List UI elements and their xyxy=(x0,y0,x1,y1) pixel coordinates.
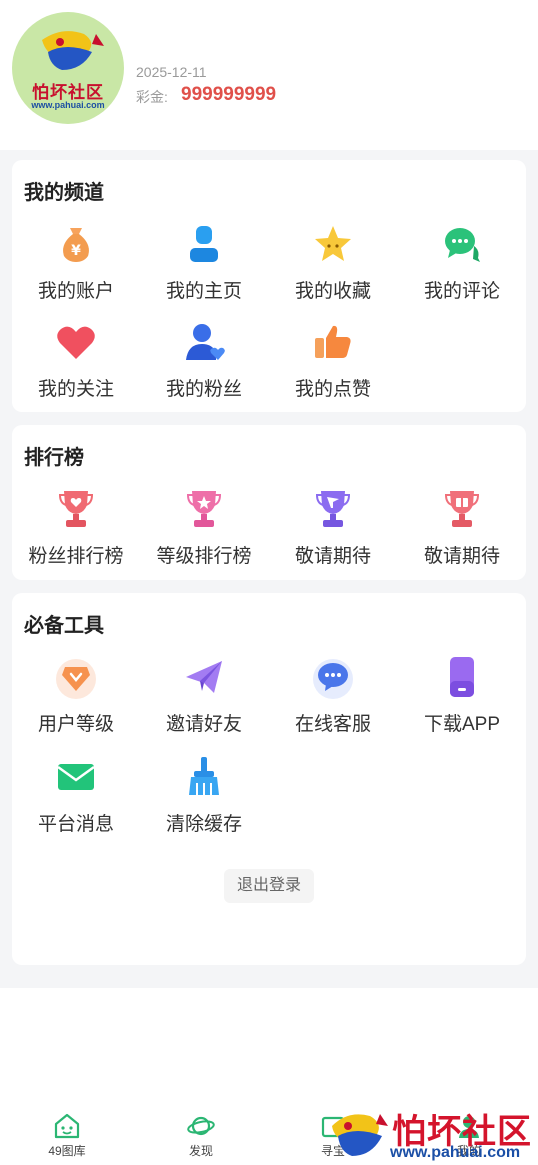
my-channel-card: 我的频道 ¥ 我的账户 我的主页 我的收藏 我的评论 我的关注 我的粉丝 我的点… xyxy=(12,160,526,412)
watermark-fish-icon xyxy=(332,1114,388,1156)
envelope-icon xyxy=(57,764,95,790)
coming-soon-item-2[interactable]: 敬请期待 xyxy=(398,487,526,568)
download-app-item[interactable]: 下载APP xyxy=(398,655,526,736)
points-label: 彩金: xyxy=(136,89,168,105)
tools-title: 必备工具 xyxy=(24,615,104,637)
broom-icon xyxy=(189,757,219,795)
platform-messages-item[interactable]: 平台消息 xyxy=(12,755,140,836)
my-follows-item[interactable]: 我的关注 xyxy=(12,320,140,401)
my-channel-title: 我的频道 xyxy=(24,182,104,204)
trophy-star-icon xyxy=(186,491,222,527)
gallery-icon xyxy=(54,1113,80,1139)
my-fans-label: 我的粉丝 xyxy=(165,379,242,400)
paper-plane-icon xyxy=(186,661,222,693)
phone-icon xyxy=(450,657,474,697)
fans-icon xyxy=(186,324,225,360)
trophy-flag-icon xyxy=(315,491,351,527)
planet-icon xyxy=(187,1116,215,1136)
my-likes-item[interactable]: 我的点赞 xyxy=(269,320,397,401)
my-fans-item[interactable]: 我的粉丝 xyxy=(140,320,268,401)
coming-soon-label-2: 敬请期待 xyxy=(423,546,500,567)
download-app-label: 下载APP xyxy=(423,714,501,735)
watermark-url: www.pahuai.com xyxy=(390,1144,521,1161)
star-icon xyxy=(315,226,351,261)
tab-gallery-label: 49图库 xyxy=(48,1144,86,1158)
coming-soon-item-1[interactable]: 敬请期待 xyxy=(269,487,397,568)
svg-text:¥: ¥ xyxy=(71,243,81,259)
user-level-label: 用户等级 xyxy=(37,714,114,735)
coming-soon-label-1: 敬请期待 xyxy=(294,546,371,567)
user-date: 2025-12-11 xyxy=(136,64,207,80)
thumbs-up-icon xyxy=(315,325,351,358)
profile-header: 怕坏社区 www.pahuai.com 2025-12-11 彩金: 99999… xyxy=(0,0,538,150)
fans-ranking-item[interactable]: 粉丝排行榜 xyxy=(12,487,140,568)
points-value: 999999999 xyxy=(181,84,277,105)
tab-gallery[interactable]: 49图库 xyxy=(2,1112,132,1159)
support-chat-icon xyxy=(313,659,353,699)
invite-friends-label: 邀请好友 xyxy=(165,714,242,735)
user-level-item[interactable]: 用户等级 xyxy=(12,655,140,736)
my-comments-item[interactable]: 我的评论 xyxy=(398,222,526,303)
tab-discover[interactable]: 发现 xyxy=(136,1112,266,1159)
my-account-item[interactable]: ¥ 我的账户 xyxy=(12,222,140,303)
watermark: 怕坏社区 www.pahuai.com xyxy=(326,1104,538,1165)
content-area: 我的频道 ¥ 我的账户 我的主页 我的收藏 我的评论 我的关注 我的粉丝 我的点… xyxy=(0,150,538,988)
trophy-heart-icon xyxy=(58,491,94,527)
online-support-label: 在线客服 xyxy=(294,714,371,735)
logout-button[interactable]: 退出登录 xyxy=(224,869,314,903)
user-icon xyxy=(190,226,218,262)
heart-icon xyxy=(57,326,95,359)
money-bag-icon: ¥ xyxy=(63,228,89,262)
trophy-gift-icon xyxy=(444,491,480,527)
my-homepage-label: 我的主页 xyxy=(165,281,242,302)
tools-card: 必备工具 用户等级 邀请好友 在线客服 下载APP 平台消息 清除缓存 退出登录 xyxy=(12,593,526,965)
my-follows-label: 我的关注 xyxy=(37,379,114,400)
platform-messages-label: 平台消息 xyxy=(37,814,114,835)
fans-ranking-label: 粉丝排行榜 xyxy=(28,546,124,567)
my-favorites-label: 我的收藏 xyxy=(294,281,371,302)
my-homepage-item[interactable]: 我的主页 xyxy=(140,222,268,303)
ranking-card: 排行榜 粉丝排行榜 等级排行榜 敬请期待 敬请期待 xyxy=(12,425,526,580)
level-ranking-item[interactable]: 等级排行榜 xyxy=(140,487,268,568)
avatar[interactable]: 怕坏社区 www.pahuai.com xyxy=(12,12,124,124)
clear-cache-item[interactable]: 清除缓存 xyxy=(140,755,268,836)
ranking-title: 排行榜 xyxy=(24,447,84,469)
my-likes-label: 我的点赞 xyxy=(294,379,371,400)
invite-friends-item[interactable]: 邀请好友 xyxy=(140,655,268,736)
my-account-label: 我的账户 xyxy=(37,281,114,302)
avatar-logo-url: www.pahuai.com xyxy=(31,100,105,110)
online-support-item[interactable]: 在线客服 xyxy=(269,655,397,736)
diamond-badge-icon xyxy=(56,659,96,699)
chat-icon xyxy=(445,228,480,262)
clear-cache-label: 清除缓存 xyxy=(165,814,242,835)
tab-discover-label: 发现 xyxy=(188,1144,213,1158)
my-comments-label: 我的评论 xyxy=(423,281,500,302)
level-ranking-label: 等级排行榜 xyxy=(156,546,252,567)
my-favorites-item[interactable]: 我的收藏 xyxy=(269,222,397,303)
